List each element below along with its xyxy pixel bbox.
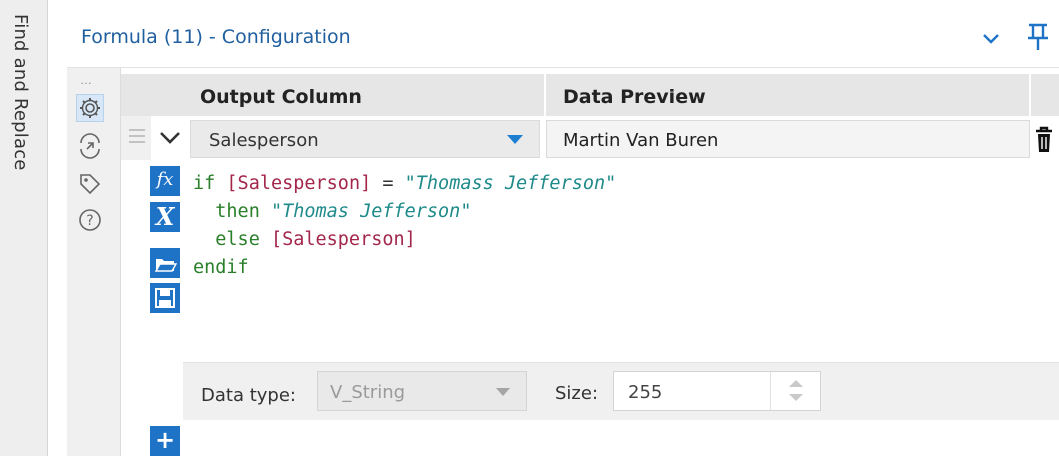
svg-text:?: ?: [86, 213, 93, 229]
data-type-label: Data type:: [201, 385, 296, 406]
data-preview-cell: Martin Van Buren: [546, 120, 1030, 158]
data-type-value: V_String: [330, 382, 406, 403]
help-icon[interactable]: ?: [76, 206, 104, 234]
add-row-area: [121, 420, 1059, 456]
size-input[interactable]: 255: [613, 371, 821, 411]
grid-header: Output Column Data Preview: [121, 74, 1059, 116]
column-separator[interactable]: [544, 74, 546, 116]
formula-editor[interactable]: if [Salesperson] = "Thomass Jefferson" t…: [193, 170, 1053, 360]
gear-icon[interactable]: [76, 94, 104, 122]
side-tab-strip: Find and Replace: [0, 0, 48, 456]
save-expression-button[interactable]: [150, 283, 180, 313]
field-settings-panel: Data type: V_String Size: 255: [183, 362, 1059, 420]
dropdown-arrow-icon[interactable]: [496, 388, 510, 396]
open-expression-button[interactable]: [150, 248, 180, 278]
config-icon-column: … ?: [67, 68, 121, 456]
column-separator[interactable]: [1029, 74, 1031, 116]
size-label: Size:: [555, 383, 599, 404]
code-line-1: if [Salesperson] = "Thomass Jefferson": [193, 173, 617, 194]
size-value: 255: [628, 382, 663, 403]
dropdown-arrow-icon[interactable]: [507, 135, 523, 144]
chevron-down-icon[interactable]: [981, 28, 1001, 48]
tab-find-and-replace[interactable]: Find and Replace: [10, 14, 31, 171]
output-arrow-icon[interactable]: [76, 132, 104, 160]
size-spinner[interactable]: [770, 372, 820, 410]
pin-icon[interactable]: [1025, 22, 1051, 52]
code-line-3: else [Salesperson]: [193, 229, 416, 250]
data-preview-header: Data Preview: [563, 86, 706, 108]
trash-icon[interactable]: [1032, 122, 1056, 156]
save-icon: [155, 288, 175, 308]
folder-open-icon: [154, 259, 178, 272]
data-type-select[interactable]: V_String: [317, 371, 527, 411]
variables-button[interactable]: X: [150, 202, 180, 232]
output-column-header: Output Column: [200, 86, 362, 108]
output-column-value: Salesperson: [209, 130, 319, 151]
window-title: Formula (11) - Configuration: [81, 26, 351, 48]
code-line-4: endif: [193, 257, 249, 278]
spinner-up-icon[interactable]: [789, 380, 803, 387]
more-dots[interactable]: …: [80, 73, 93, 87]
spinner-down-icon[interactable]: [789, 394, 803, 401]
chevron-down-icon[interactable]: [158, 130, 182, 146]
functions-button[interactable]: fx: [150, 166, 180, 196]
config-header: Formula (11) - Configuration: [67, 6, 1059, 68]
code-line-2: then "Thomas Jefferson": [193, 201, 472, 222]
output-column-select[interactable]: Salesperson: [190, 120, 540, 158]
drag-handle-icon[interactable]: [128, 126, 146, 146]
tag-icon[interactable]: [76, 170, 104, 198]
data-preview-value: Martin Van Buren: [563, 130, 719, 151]
add-field-button[interactable]: +: [150, 426, 180, 456]
